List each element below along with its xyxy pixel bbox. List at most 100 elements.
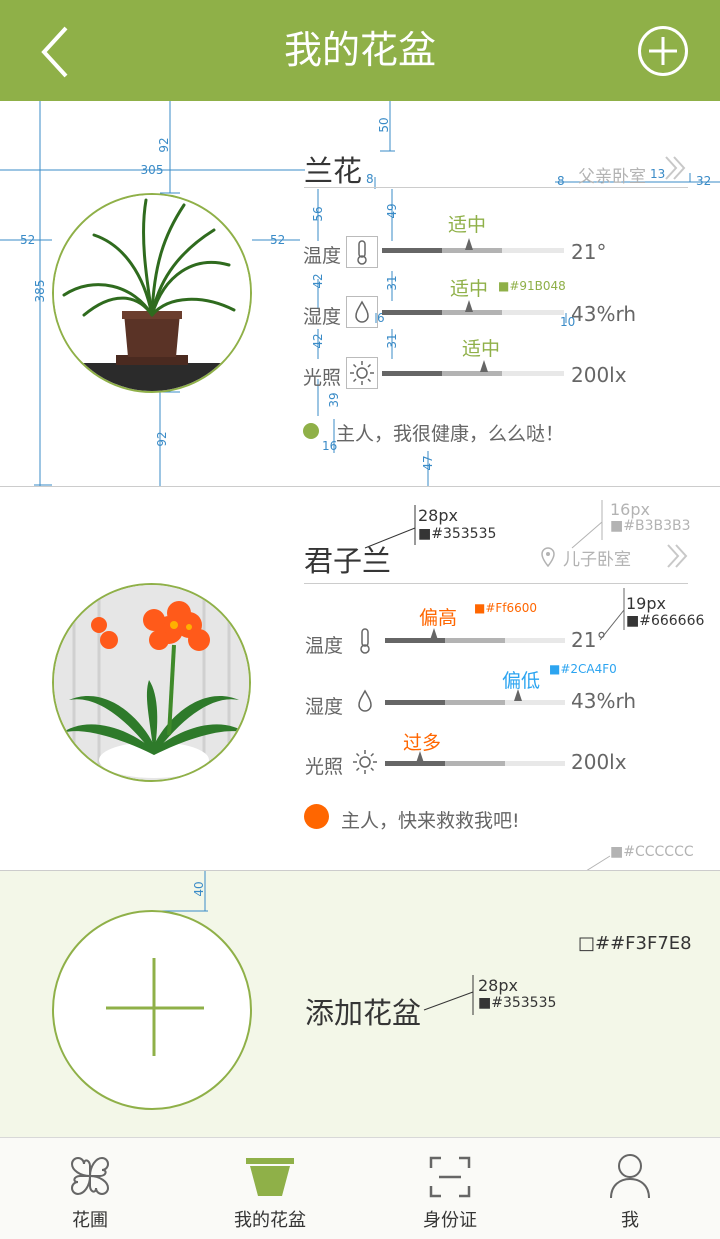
row-value: 21°: [571, 628, 607, 652]
row-label: 湿度: [303, 306, 342, 328]
spec-annotation: ■#353535: [418, 526, 497, 542]
user-icon: [608, 1152, 652, 1200]
dim-label: 40: [192, 881, 206, 896]
spec-annotation-line: [423, 975, 474, 1015]
nav-item-id[interactable]: 身份证: [380, 1148, 520, 1234]
level-bar: [385, 761, 565, 766]
row-value: 43%rh: [571, 302, 636, 326]
dim-label: 31: [385, 275, 399, 290]
status-label: 适中: [450, 278, 489, 300]
water-drop-icon: [346, 296, 378, 328]
dim-label: 92: [157, 137, 171, 152]
plant-location: 儿子卧室: [563, 550, 631, 570]
spec-annotation: □##F3F7E8: [578, 933, 692, 954]
thermometer-icon: [346, 236, 378, 268]
dim-label: 42: [311, 333, 325, 348]
spec-annotation: ■#666666: [626, 613, 705, 629]
color-annotation: ■#Ff6600: [474, 601, 538, 615]
nav-item-my-pots[interactable]: 我的花盆: [200, 1148, 340, 1234]
dim-label: 92: [155, 431, 169, 446]
row-value: 200lx: [571, 363, 627, 387]
row-label: 温度: [305, 635, 344, 657]
plant-message: 主人，快来救救我吧!: [341, 810, 520, 832]
clover-icon: [68, 1154, 112, 1198]
row-value: 43%rh: [571, 689, 636, 713]
spec-annotation: ■#CCCCCC: [610, 844, 694, 860]
dim-label: 49: [385, 203, 399, 218]
dim-label: 42: [311, 273, 325, 288]
row-value: 200lx: [571, 750, 627, 774]
dim-label: 56: [311, 206, 325, 221]
status-label: 适中: [462, 338, 501, 360]
level-marker: [430, 628, 438, 640]
row-label: 光照: [303, 367, 342, 389]
plant-photo-clivia: [52, 583, 251, 782]
dim-label: 16: [322, 439, 337, 453]
status-label: 偏高: [419, 607, 458, 629]
plant-name: 兰花: [304, 154, 363, 188]
dim-label: 31: [385, 333, 399, 348]
nav-item-me[interactable]: 我: [560, 1148, 700, 1234]
status-dot: [304, 804, 329, 829]
status-dot: [303, 423, 319, 439]
sun-icon: [346, 357, 378, 389]
spec-annotation: 16px: [610, 500, 650, 519]
spec-annotation: 19px: [626, 594, 666, 613]
plant-name: 君子兰: [304, 544, 392, 578]
row-value: 21°: [571, 240, 607, 264]
chevron-right-icon[interactable]: [664, 542, 690, 570]
dim-label: 8: [366, 172, 374, 186]
row-label: 温度: [303, 245, 342, 267]
dim-label: 8: [557, 174, 565, 188]
add-pot-label[interactable]: 添加花盆: [305, 990, 421, 1032]
plus-icon: [106, 958, 204, 1056]
level-marker: [465, 238, 473, 250]
nav-item-garden[interactable]: 花圃: [20, 1148, 160, 1234]
spec-annotation: 28px: [418, 506, 458, 525]
add-pot-circle[interactable]: [52, 910, 252, 1110]
plant-location: 父亲卧室: [578, 167, 646, 187]
dim-label: 50: [377, 117, 391, 132]
scan-frame-icon: [429, 1156, 471, 1198]
water-drop-icon: [350, 686, 380, 716]
dim-label: 32: [696, 174, 711, 188]
nav-label: 身份证: [423, 1210, 477, 1231]
divider: [304, 187, 688, 188]
dim-label: 52: [20, 233, 35, 247]
divider: [304, 583, 688, 584]
level-marker: [465, 300, 473, 312]
dim-label: 305: [141, 163, 164, 177]
color-annotation: ■#2CA4F0: [549, 662, 617, 676]
level-marker: [416, 751, 424, 763]
chevron-left-icon[interactable]: [36, 24, 80, 80]
plant-message: 主人，我很健康，么么哒！: [336, 423, 565, 445]
spec-annotation: 28px: [478, 976, 518, 995]
plant-photo-orchid: [52, 193, 252, 393]
level-marker: [480, 360, 488, 372]
level-bar: [382, 248, 564, 253]
flower-pot-icon: [244, 1156, 296, 1198]
spec-annotation: ■#B3B3B3: [610, 518, 691, 534]
dim-label: 47: [421, 455, 435, 470]
level-bar: [385, 638, 565, 643]
spec-annotation: ■#353535: [478, 995, 557, 1011]
color-annotation: ■#91B048: [498, 279, 566, 293]
status-label: 适中: [448, 214, 487, 236]
level-bar: [382, 371, 564, 376]
plus-circle-icon[interactable]: [637, 25, 689, 77]
page-title: 我的花盆: [283, 28, 436, 72]
nav-label: 我的花盆: [234, 1210, 306, 1231]
row-label: 湿度: [305, 696, 344, 718]
level-bar: [382, 310, 564, 315]
sun-icon: [350, 747, 380, 777]
dim-label: 39: [327, 392, 341, 407]
dim-label: 52: [270, 233, 285, 247]
chevron-right-icon[interactable]: [662, 154, 688, 182]
level-bar: [385, 700, 565, 705]
row-label: 光照: [305, 756, 344, 778]
nav-label: 花圃: [72, 1210, 108, 1231]
nav-label: 我: [621, 1210, 639, 1231]
dim-label: 385: [33, 280, 47, 303]
thermometer-icon: [350, 626, 380, 656]
location-pin-icon: [541, 547, 555, 568]
